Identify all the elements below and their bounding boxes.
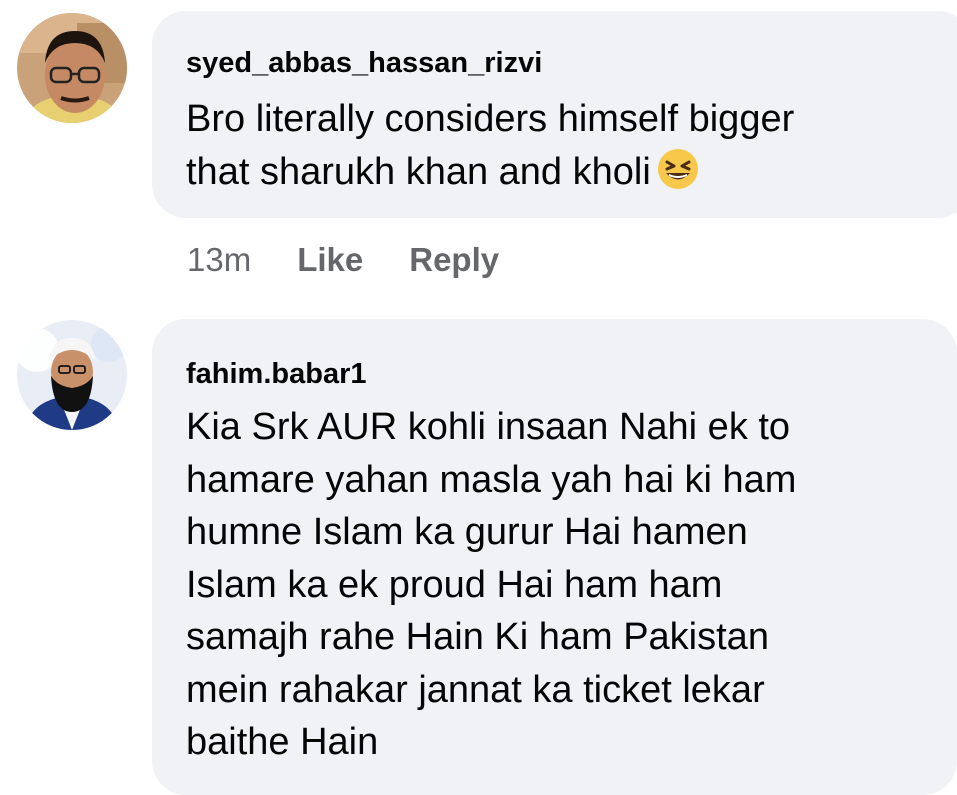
- like-button[interactable]: Like: [297, 240, 363, 280]
- comment-actions: 13m Like Reply: [187, 240, 499, 280]
- comment-text-content: Bro literally considers himself bigger t…: [186, 98, 795, 193]
- comment-text: Bro literally considers himself bigger t…: [186, 93, 957, 204]
- comment-author[interactable]: fahim.babar1: [186, 357, 957, 391]
- avatar[interactable]: [17, 13, 127, 123]
- reply-button[interactable]: Reply: [409, 240, 499, 280]
- avatar[interactable]: [17, 320, 127, 430]
- comment-text: Kia Srk AUR kohli insaan Nahi ek to hama…: [186, 406, 797, 763]
- avatar-photo: [17, 13, 127, 123]
- avatar-photo: [17, 320, 127, 430]
- comment-item: syed_abbas_hassan_rizvi Bro literally co…: [0, 0, 957, 300]
- comment-item: fahim.babar1 Kia Srk AUR kohli insaan Na…: [0, 300, 957, 795]
- comment-bubble: fahim.babar1 Kia Srk AUR kohli insaan Na…: [152, 319, 957, 795]
- comment-bubble: syed_abbas_hassan_rizvi Bro literally co…: [152, 11, 957, 218]
- comment-timestamp[interactable]: 13m: [187, 240, 251, 280]
- comment-author[interactable]: syed_abbas_hassan_rizvi: [186, 46, 957, 80]
- grinning-squinting-face-icon: [657, 148, 699, 205]
